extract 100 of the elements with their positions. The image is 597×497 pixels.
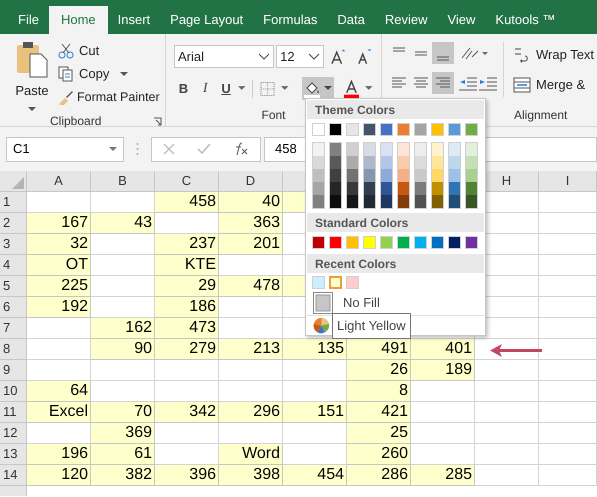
italic-button[interactable]: I (196, 78, 215, 99)
ribbon-tab[interactable]: Insert (108, 6, 160, 34)
dialog-launcher-icon[interactable] (153, 116, 162, 126)
orientation-icon[interactable] (460, 45, 488, 61)
color-swatch[interactable] (449, 182, 460, 195)
color-swatch[interactable] (431, 236, 444, 249)
color-swatch[interactable] (364, 195, 375, 208)
row-header[interactable]: 10 (0, 381, 27, 402)
color-swatch[interactable] (398, 143, 409, 156)
color-swatch[interactable] (432, 143, 443, 156)
row-header[interactable]: 6 (0, 297, 27, 318)
row-header[interactable]: 5 (0, 276, 27, 297)
color-swatch[interactable] (398, 169, 409, 182)
wrap-text-button[interactable]: Wrap Text (513, 44, 594, 66)
color-swatch[interactable] (466, 156, 477, 169)
format-painter-button[interactable]: Format Painter (58, 87, 160, 107)
font-color-icon[interactable] (342, 78, 360, 98)
color-swatch[interactable] (414, 236, 427, 249)
color-swatch[interactable] (313, 182, 324, 195)
color-swatch[interactable] (466, 195, 477, 208)
color-swatch[interactable] (465, 236, 478, 249)
row-header[interactable]: 9 (0, 360, 27, 381)
color-swatch[interactable] (449, 195, 460, 208)
copy-button[interactable]: Copy (58, 64, 160, 84)
color-swatch[interactable] (346, 236, 359, 249)
fill-color-button[interactable] (302, 77, 334, 100)
color-swatch[interactable] (381, 195, 392, 208)
color-swatch[interactable] (415, 143, 426, 156)
color-swatch[interactable] (465, 123, 478, 136)
color-swatch[interactable] (398, 182, 409, 195)
caret-icon[interactable] (365, 86, 373, 91)
row-header[interactable]: 12 (0, 423, 27, 444)
color-swatch[interactable] (346, 123, 359, 136)
align-bottom-icon[interactable] (432, 42, 454, 64)
ribbon-tab[interactable]: Formulas (253, 6, 328, 34)
grow-font-icon[interactable] (330, 48, 348, 66)
ribbon-tab[interactable]: Kutools ™ (485, 6, 566, 34)
color-swatch[interactable] (432, 169, 443, 182)
row-header[interactable]: 3 (0, 234, 27, 255)
color-swatch[interactable] (398, 195, 409, 208)
color-swatch[interactable] (330, 169, 341, 182)
color-swatch[interactable] (448, 236, 461, 249)
color-swatch[interactable] (449, 169, 460, 182)
color-swatch[interactable] (448, 123, 461, 136)
ribbon-tab[interactable]: Page Layout (160, 6, 254, 34)
drag-handle-icon[interactable] (136, 142, 139, 156)
color-swatch[interactable] (466, 169, 477, 182)
row-header[interactable]: 1 (0, 192, 27, 213)
color-swatch[interactable] (381, 143, 392, 156)
paste-button[interactable]: Paste (8, 40, 56, 112)
color-swatch[interactable] (364, 169, 375, 182)
column-header[interactable]: B (91, 171, 155, 192)
cancel-icon[interactable] (163, 143, 175, 155)
color-swatch[interactable] (313, 195, 324, 208)
color-swatch[interactable] (431, 123, 444, 136)
row-header[interactable]: 7 (0, 318, 27, 339)
color-swatch[interactable] (397, 236, 410, 249)
ribbon-tab[interactable]: Home (48, 6, 108, 34)
color-swatch[interactable] (347, 156, 358, 169)
color-swatch[interactable] (397, 123, 410, 136)
color-swatch[interactable] (312, 236, 325, 249)
color-swatch[interactable] (432, 156, 443, 169)
color-wheel-icon[interactable] (313, 317, 330, 334)
bold-button[interactable]: B (174, 78, 193, 98)
column-header[interactable]: C (155, 171, 219, 192)
color-swatch[interactable] (466, 182, 477, 195)
color-swatch[interactable] (449, 143, 460, 156)
color-swatch[interactable] (414, 123, 427, 136)
ribbon-tab[interactable]: Data (327, 6, 375, 34)
color-swatch[interactable] (313, 156, 324, 169)
font-size-field[interactable]: 12 (276, 45, 324, 68)
color-swatch[interactable] (415, 195, 426, 208)
color-swatch[interactable] (347, 143, 358, 156)
color-swatch[interactable] (329, 236, 342, 249)
color-swatch[interactable] (381, 169, 392, 182)
borders-icon[interactable] (260, 80, 276, 96)
color-swatch[interactable] (432, 182, 443, 195)
row-header[interactable]: 11 (0, 402, 27, 423)
ribbon-tab[interactable]: View (437, 6, 486, 34)
caret-icon[interactable] (238, 86, 246, 91)
color-swatch[interactable] (380, 123, 393, 136)
align-right-icon[interactable] (432, 72, 454, 94)
color-swatch[interactable] (466, 143, 477, 156)
color-swatch[interactable] (329, 276, 342, 289)
color-swatch[interactable] (381, 156, 392, 169)
row-header[interactable]: 14 (0, 465, 27, 486)
color-swatch[interactable] (380, 236, 393, 249)
caret-icon[interactable] (281, 86, 289, 91)
function-icon[interactable] (233, 142, 249, 156)
color-swatch[interactable] (347, 169, 358, 182)
color-swatch[interactable] (415, 182, 426, 195)
color-swatch[interactable] (364, 143, 375, 156)
color-swatch[interactable] (364, 156, 375, 169)
row-header[interactable]: 13 (0, 444, 27, 465)
color-swatch[interactable] (363, 123, 376, 136)
color-swatch[interactable] (330, 182, 341, 195)
column-header[interactable]: I (539, 171, 597, 192)
color-swatch[interactable] (347, 195, 358, 208)
column-header[interactable]: D (219, 171, 283, 192)
color-swatch[interactable] (313, 169, 324, 182)
